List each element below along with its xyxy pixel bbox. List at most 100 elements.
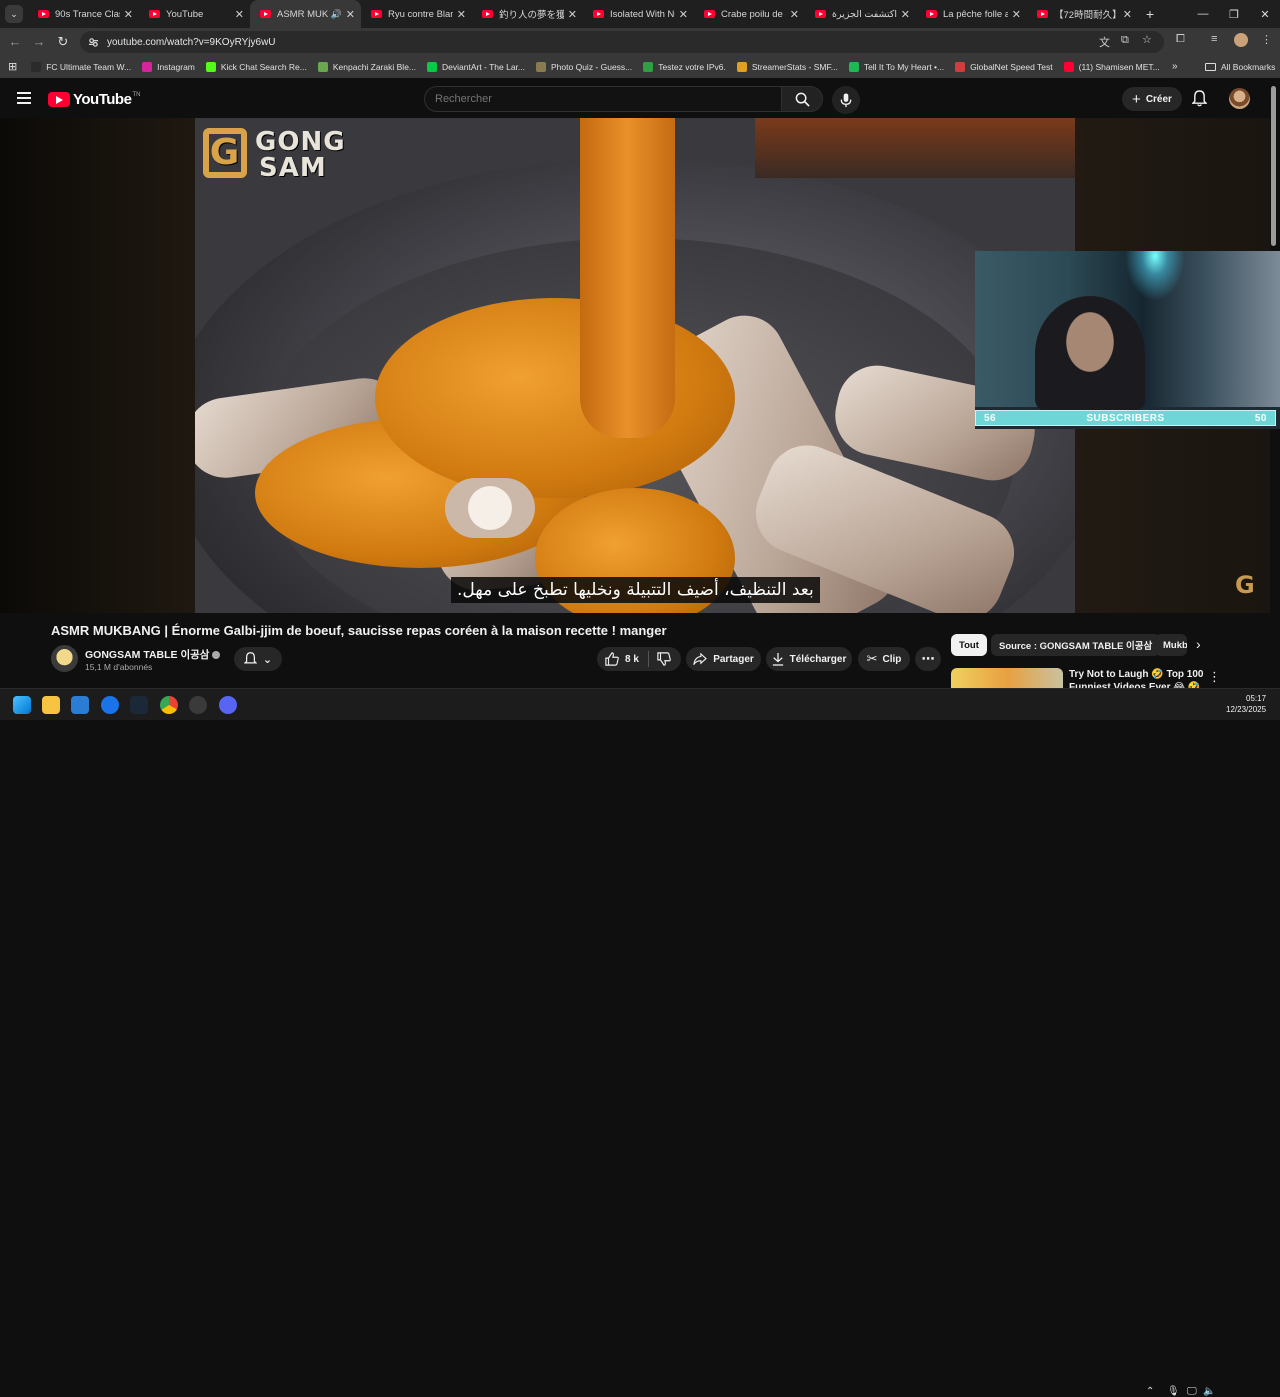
bookmark-item[interactable]: DeviantArt - The Lar... bbox=[427, 61, 525, 72]
close-tab-icon[interactable]: ✕ bbox=[346, 8, 355, 21]
reload-button[interactable]: ↻ bbox=[51, 34, 75, 50]
new-tab-button[interactable]: + bbox=[1138, 6, 1162, 22]
subscriber-bar-right: 50 bbox=[1254, 412, 1267, 424]
branding-watermark[interactable]: G bbox=[1235, 571, 1255, 599]
bookmark-item[interactable]: Tell It To My Heart •... bbox=[848, 61, 944, 72]
more-menu-icon[interactable]: ⋮ bbox=[1261, 33, 1272, 46]
bookmark-star-icon[interactable]: ☆ bbox=[1142, 33, 1152, 46]
chrome-icon[interactable] bbox=[160, 696, 178, 714]
voice-search-button[interactable] bbox=[832, 86, 860, 114]
apps-grid-icon[interactable]: ⊞ bbox=[8, 60, 17, 73]
bookmark-label: Photo Quiz - Guess... bbox=[551, 61, 633, 72]
translate-icon[interactable]: ⽂ bbox=[1099, 34, 1110, 50]
browser-tab[interactable]: اكتشفت الجزيرة] ... ✕ bbox=[805, 0, 916, 28]
steam-icon[interactable] bbox=[130, 696, 148, 714]
page-scrollbar[interactable] bbox=[1271, 86, 1276, 246]
browser-tab[interactable]: Isolated With NO ✕ bbox=[583, 0, 694, 28]
clip-button[interactable]: ✂ Clip bbox=[858, 647, 910, 671]
browser-tab[interactable]: ASMR MUKBA🔊 ✕ bbox=[250, 0, 361, 28]
like-button[interactable]: 8 k bbox=[605, 652, 639, 666]
all-bookmarks-button[interactable]: All Bookmarks bbox=[1205, 62, 1275, 72]
chevron-right-icon[interactable]: › bbox=[1196, 636, 1201, 652]
address-bar[interactable]: youtube.com/watch?v=9KOyRYjy6wU bbox=[80, 31, 1164, 53]
bookmark-item[interactable]: (11) Shamisen MET... bbox=[1063, 61, 1160, 72]
discord-icon[interactable] bbox=[219, 696, 237, 714]
browser-tab[interactable]: 90s Trance Classic ✕ bbox=[28, 0, 139, 28]
browser-tab[interactable]: 釣り人の夢を獲った ✕ bbox=[472, 0, 583, 28]
browser-tab[interactable]: Crabe poilu de Sa ✕ bbox=[694, 0, 805, 28]
tabs: 90s Trance Classic✕YouTube✕ASMR MUKBA🔊✕R… bbox=[28, 0, 1138, 28]
start-icon[interactable] bbox=[13, 696, 31, 714]
back-button[interactable]: ← bbox=[3, 34, 27, 49]
profile-avatar[interactable] bbox=[1234, 33, 1248, 47]
subscriber-bar: 56 SUBSCRIBERS 50 bbox=[975, 410, 1276, 426]
close-tab-icon[interactable]: ✕ bbox=[235, 8, 244, 21]
close-tab-icon[interactable]: ✕ bbox=[568, 8, 577, 21]
maximize-button[interactable]: ❐ bbox=[1218, 0, 1250, 28]
bookmark-item[interactable]: FC Ultimate Team W... bbox=[31, 61, 131, 72]
volume-icon[interactable]: 🔈 bbox=[1203, 1386, 1215, 1397]
close-tab-icon[interactable]: ✕ bbox=[1123, 8, 1132, 21]
extensions-icon[interactable]: ⧠ bbox=[1176, 33, 1185, 46]
youtube-favicon-icon bbox=[704, 10, 715, 18]
chevron-up-icon[interactable]: ⌃ bbox=[1146, 1386, 1154, 1397]
more-actions-button[interactable]: ⋯ bbox=[915, 647, 941, 671]
bookmark-item[interactable]: GlobalNet Speed Test bbox=[955, 61, 1053, 72]
audio-playing-icon[interactable]: 🔊 bbox=[331, 9, 342, 20]
search-button[interactable] bbox=[781, 86, 823, 112]
bookmark-item[interactable]: Testez votre IPv6. bbox=[643, 61, 726, 72]
store-icon[interactable] bbox=[101, 696, 119, 714]
tab-title: Ryu contre Blanka bbox=[388, 8, 453, 20]
close-tab-icon[interactable]: ✕ bbox=[1012, 8, 1021, 21]
youtube-logo[interactable]: YouTube TN bbox=[48, 91, 140, 108]
bookmark-item[interactable]: StreamerStats - SMF... bbox=[736, 61, 838, 72]
create-button[interactable]: + Créer bbox=[1122, 87, 1182, 111]
bookmark-item[interactable]: Kenpachi Zaraki Ble... bbox=[317, 61, 416, 72]
app-icon[interactable] bbox=[189, 696, 207, 714]
close-tab-icon[interactable]: ✕ bbox=[457, 8, 466, 21]
search-input[interactable] bbox=[424, 86, 782, 112]
chip-source[interactable]: Source : GONGSAM TABLE 이공삼 bbox=[991, 634, 1161, 656]
channel-avatar[interactable] bbox=[51, 645, 78, 672]
reading-list-icon[interactable]: ≡ bbox=[1211, 33, 1217, 45]
tab-search-button[interactable]: ⌄ bbox=[5, 5, 23, 23]
download-button[interactable]: Télécharger bbox=[766, 647, 852, 671]
channel-name[interactable]: GONGSAM TABLE 이공삼 bbox=[85, 647, 221, 662]
bookmark-item[interactable]: Instagram bbox=[142, 61, 195, 72]
share-button[interactable]: Partager bbox=[686, 647, 761, 671]
chevron-right-icon[interactable]: » bbox=[1172, 61, 1178, 72]
subscribed-button[interactable]: ⌄ bbox=[234, 647, 282, 671]
site-info-icon[interactable] bbox=[88, 37, 99, 48]
bookmark-item[interactable]: Kick Chat Search Re... bbox=[205, 61, 307, 72]
close-window-button[interactable]: ✕ bbox=[1249, 0, 1280, 28]
video-player[interactable]: G GONG SAM bbox=[195, 118, 1075, 613]
account-avatar[interactable] bbox=[1229, 88, 1250, 109]
browser-tab[interactable]: YouTube ✕ bbox=[139, 0, 250, 28]
notifications-button[interactable] bbox=[1191, 90, 1208, 112]
close-tab-icon[interactable]: ✕ bbox=[679, 8, 688, 21]
mail-icon[interactable] bbox=[71, 696, 89, 714]
chip-all[interactable]: Tout bbox=[951, 634, 987, 656]
close-tab-icon[interactable]: ✕ bbox=[790, 8, 799, 21]
close-tab-icon[interactable]: ✕ bbox=[901, 8, 910, 21]
bookmark-item[interactable]: Photo Quiz - Guess... bbox=[536, 61, 633, 72]
menu-icon[interactable] bbox=[17, 92, 31, 107]
install-app-icon[interactable]: ⧉ bbox=[1121, 34, 1129, 47]
thumbs-down-icon[interactable] bbox=[657, 652, 671, 666]
microphone-tray-icon[interactable]: 🎙 bbox=[1167, 1386, 1180, 1397]
taskbar-clock[interactable]: 05:17 12/23/2025 bbox=[1226, 693, 1266, 715]
bookmark-favicon-icon bbox=[427, 61, 438, 72]
chip-mukbang[interactable]: Mukb bbox=[1155, 634, 1187, 656]
close-tab-icon[interactable]: ✕ bbox=[124, 8, 133, 21]
chevron-down-icon: ⌄ bbox=[10, 8, 18, 19]
browser-tab[interactable]: La pêche folle au ✕ bbox=[916, 0, 1027, 28]
browser-tab[interactable]: Ryu contre Blanka ✕ bbox=[361, 0, 472, 28]
network-icon[interactable]: 🖵 bbox=[1187, 1386, 1197, 1397]
file-explorer-icon[interactable] bbox=[42, 696, 60, 714]
minimize-button[interactable]: — bbox=[1187, 0, 1219, 28]
youtube-favicon-icon bbox=[149, 10, 160, 18]
browser-tab[interactable]: 【72時間耐久】3台 ✕ bbox=[1027, 0, 1138, 28]
recommended-menu-icon[interactable]: ⋮ bbox=[1208, 669, 1221, 685]
forward-button[interactable]: → bbox=[27, 34, 51, 49]
bookmark-favicon-icon bbox=[536, 61, 547, 72]
